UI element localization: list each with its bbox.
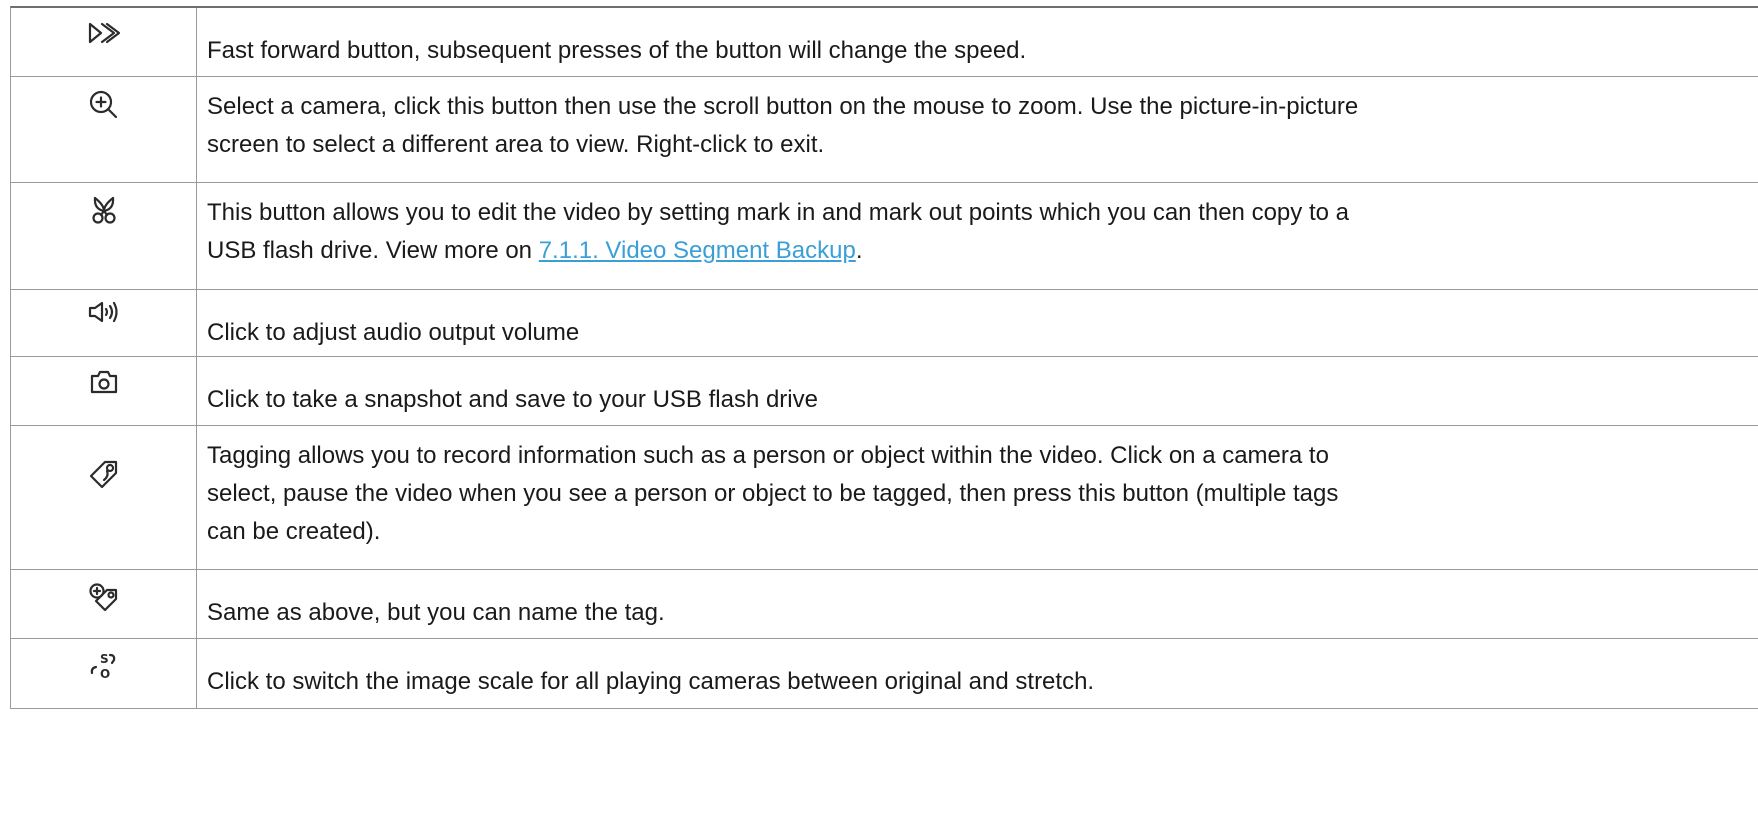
table-row: Click to take a snapshot and save to you… [11, 357, 1758, 426]
svg-text:S: S [100, 652, 109, 666]
description-line: Select a camera, click this button then … [207, 93, 1359, 120]
description-line: This button allows you to edit the video… [207, 199, 1349, 226]
table-row: Tagging allows you to record information… [11, 426, 1758, 570]
table-row: This button allows you to edit the video… [11, 183, 1758, 290]
description-text: USB flash drive. View more on [207, 237, 539, 264]
video-segment-backup-link[interactable]: 7.1.1. Video Segment Backup [539, 237, 856, 264]
scissors-icon [91, 196, 116, 224]
tag-icon [89, 460, 117, 489]
zoom-in-icon [89, 90, 117, 119]
camera-snapshot-icon [90, 370, 117, 394]
icon-cell [11, 426, 197, 569]
description-line: USB flash drive. View more on 7.1.1. Vid… [207, 232, 1758, 270]
icon-cell [11, 77, 197, 182]
description-line: screen to select a different area to vie… [207, 131, 825, 158]
table-row: Click to adjust audio output volume [11, 290, 1758, 357]
add-named-tag-icon [88, 583, 117, 612]
speaker-volume-icon [88, 301, 118, 323]
row-description: Click to adjust audio output volume [207, 319, 580, 346]
playback-controls-table: Fast forward button, subsequent presses … [10, 6, 1758, 709]
icon-cell: S O [11, 639, 197, 708]
table-row: Same as above, but you can name the tag. [11, 570, 1758, 639]
description-line: Tagging allows you to record information… [207, 442, 1329, 469]
description-text: . [855, 237, 863, 264]
svg-text:O: O [100, 667, 110, 681]
table-row: Fast forward button, subsequent presses … [11, 8, 1758, 77]
row-description: Fast forward button, subsequent presses … [207, 37, 1027, 64]
icon-cell [11, 570, 197, 638]
row-description: Same as above, but you can name the tag. [207, 599, 665, 626]
icon-cell [11, 290, 197, 356]
table-row: Select a camera, click this button then … [11, 77, 1758, 183]
row-description: Click to take a snapshot and save to you… [207, 386, 818, 413]
icon-cell [11, 183, 197, 289]
fast-forward-icon [88, 22, 120, 44]
icon-cell [11, 357, 197, 425]
row-description: Select a camera, click this button then … [197, 77, 1758, 182]
description-line: can be created). [207, 518, 381, 545]
row-description: Click to switch the image scale for all … [207, 668, 1095, 695]
description-line: select, pause the video when you see a p… [207, 480, 1339, 507]
row-description: This button allows you to edit the video… [197, 183, 1758, 289]
row-description: Tagging allows you to record information… [197, 426, 1758, 569]
image-scale-icon: S O [90, 652, 115, 681]
icon-cell [11, 8, 197, 76]
table-row: S O Click to switch the image scale for … [11, 639, 1758, 709]
